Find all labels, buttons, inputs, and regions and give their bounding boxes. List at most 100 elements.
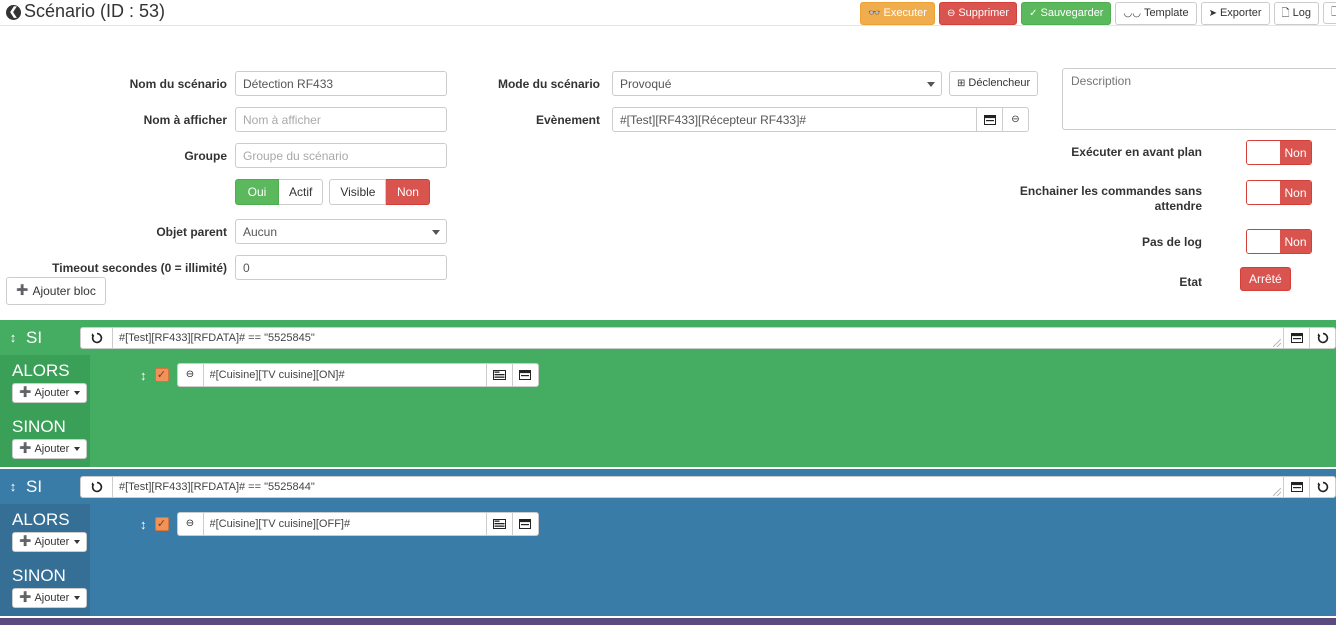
event-input[interactable]: [612, 107, 977, 132]
then-branch-title: ALORS: [12, 361, 70, 380]
refresh-icon: [1317, 481, 1328, 492]
condition-expression-input[interactable]: #[Test][RF433][RFDATA]# == "5525844": [112, 475, 1284, 498]
minus-circle-icon: ⊖: [946, 7, 956, 19]
no-log-option-label: Pas de log: [1141, 235, 1202, 249]
drag-vertical-icon[interactable]: ↕: [6, 331, 20, 344]
plus-circle-icon: ➕: [19, 536, 32, 547]
action-remove-button[interactable]: ⊖: [176, 512, 203, 536]
template-button[interactable]: ◡◡ Template: [1115, 2, 1197, 25]
mode-select[interactable]: [612, 71, 942, 96]
condition-window-button[interactable]: [1284, 326, 1310, 349]
field-group-label: Groupe: [184, 148, 227, 163]
save-button[interactable]: ✓ Sauvegarder: [1021, 2, 1112, 25]
minus-circle-icon: ⊖: [185, 369, 195, 380]
scenario-block: ↕ SI #[Test][RF433][RFDATA]# == "5525845…: [0, 320, 1336, 467]
else-branch-title: SINON: [12, 417, 66, 436]
check-circle-icon: ✓: [1029, 7, 1038, 19]
window-icon: [1290, 332, 1303, 343]
timeout-input[interactable]: [235, 255, 447, 280]
export-button[interactable]: ➤ Exporter: [1200, 2, 1270, 25]
toggle-non[interactable]: Non: [386, 179, 431, 205]
trigger-button[interactable]: ⊞ Déclencheur: [949, 71, 1039, 96]
event-remove-button[interactable]: ⊖: [1003, 107, 1029, 132]
then-add-button[interactable]: ➕ Ajouter: [12, 532, 88, 552]
add-block-button[interactable]: ➕ Ajouter bloc: [6, 277, 106, 305]
chevron-down-icon: [74, 540, 81, 544]
action-command-input[interactable]: [202, 363, 487, 387]
foreground-toggle[interactable]: Non: [1246, 140, 1312, 165]
condition-refresh-button[interactable]: [80, 475, 112, 498]
scenario-name-input[interactable]: [235, 71, 447, 96]
toggle-oui[interactable]: Oui: [235, 179, 279, 205]
action-window-button[interactable]: [512, 363, 539, 387]
chain-commands-option-label: Enchainer les commandes sans attendre: [1019, 184, 1202, 213]
no-log-toggle[interactable]: Non: [1246, 229, 1312, 254]
field-event-label: Evènement: [535, 112, 600, 127]
window-icon: [519, 519, 531, 529]
window-icon: [1290, 481, 1303, 492]
extra-file-button[interactable]: 🗋: [1322, 2, 1336, 24]
action-remove-button[interactable]: ⊖: [176, 363, 203, 387]
else-branch-body: [90, 411, 1336, 467]
plus-circle-icon: ➕: [19, 443, 32, 454]
then-add-button[interactable]: ➕ Ajouter: [12, 383, 88, 403]
display-name-input[interactable]: [235, 107, 447, 132]
add-block-button-label: Ajouter bloc: [32, 284, 96, 298]
share-arrow-icon: ➤: [1208, 7, 1217, 19]
page-title: ❮ Scénario (ID : 53): [6, 1, 165, 22]
drag-vertical-icon[interactable]: ↕: [6, 480, 20, 493]
condition-reload-button[interactable]: [1310, 475, 1336, 498]
parent-object-select[interactable]: [235, 219, 447, 244]
action-window-button[interactable]: [512, 512, 539, 536]
minus-circle-icon: ⊖: [185, 518, 195, 529]
export-button-label: Exporter: [1219, 7, 1262, 19]
visible-toggle-group: Visible Non: [329, 179, 431, 205]
action-list-button[interactable]: [486, 512, 513, 536]
toggle-actif[interactable]: Actif: [279, 179, 324, 205]
drag-vertical-icon[interactable]: ↕: [140, 368, 147, 383]
minus-circle-icon: ⊖: [1011, 113, 1020, 125]
else-add-button[interactable]: ➕ Ajouter: [12, 439, 88, 459]
group-input[interactable]: [235, 143, 447, 168]
chain-commands-toggle-value[interactable]: Non: [1280, 181, 1311, 204]
field-mode: Mode du scénario ⊞ Déclencheur: [450, 71, 1039, 96]
delete-button-label: Supprimer: [958, 7, 1010, 19]
si-label: SI: [26, 476, 43, 496]
drag-vertical-icon[interactable]: ↕: [140, 517, 147, 532]
no-log-toggle-off[interactable]: [1247, 230, 1280, 253]
action-list-button[interactable]: [486, 363, 513, 387]
then-add-button-label: Ajouter: [34, 536, 70, 548]
no-log-toggle-value[interactable]: Non: [1280, 230, 1311, 253]
arrow-left-circle-icon[interactable]: ❮: [6, 5, 21, 20]
condition-window-button[interactable]: [1284, 475, 1310, 498]
chain-commands-toggle[interactable]: Non: [1246, 180, 1312, 205]
state-label: Etat: [1179, 275, 1202, 289]
foreground-toggle-value[interactable]: Non: [1280, 141, 1311, 164]
condition-refresh-button[interactable]: [80, 326, 112, 349]
log-button[interactable]: 🗋 Log: [1273, 2, 1319, 25]
play-glasses-icon: 👓: [868, 7, 881, 19]
field-group: Groupe: [60, 143, 447, 168]
active-toggle-group: Oui Actif: [235, 179, 324, 205]
field-display-name: Nom à afficher: [60, 107, 447, 132]
refresh-icon: [1317, 332, 1328, 343]
page-header: ❮ Scénario (ID : 53) 👓 Executer ⊖ Supprim…: [0, 0, 1336, 26]
condition-reload-button[interactable]: [1310, 326, 1336, 349]
event-window-button[interactable]: [977, 107, 1003, 132]
action-enabled-checkbox[interactable]: ✓: [154, 517, 169, 531]
delete-button[interactable]: ⊖ Supprimer: [938, 2, 1018, 25]
chain-commands-toggle-off[interactable]: [1247, 181, 1280, 204]
else-add-button[interactable]: ➕ Ajouter: [12, 588, 88, 608]
action-enabled-checkbox[interactable]: ✓: [154, 368, 169, 382]
save-button-label: Sauvegarder: [1040, 7, 1104, 19]
then-branch: ALORS ➕ Ajouter ↕ ✓ ⊖: [0, 355, 1336, 411]
binoculars-icon: ◡◡: [1123, 7, 1141, 19]
toggle-visible[interactable]: Visible: [329, 179, 387, 205]
foreground-toggle-off[interactable]: [1247, 141, 1280, 164]
description-textarea[interactable]: [1062, 68, 1336, 130]
execute-button[interactable]: 👓 Executer: [860, 2, 935, 25]
scenario-blocks: ↕ SI #[Test][RF433][RFDATA]# == "5525845…: [0, 320, 1336, 627]
action-command-input[interactable]: [202, 512, 487, 536]
then-add-button-label: Ajouter: [34, 387, 70, 399]
condition-expression-input[interactable]: #[Test][RF433][RFDATA]# == "5525845": [112, 326, 1284, 349]
